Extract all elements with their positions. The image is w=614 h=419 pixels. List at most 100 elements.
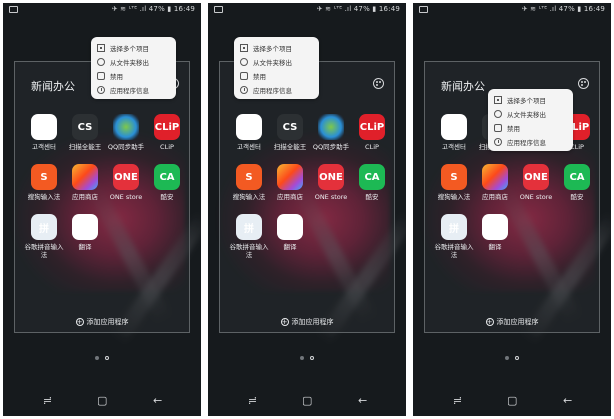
- add-app-button[interactable]: + 添加应用程序: [220, 317, 394, 327]
- app-qq-sync[interactable]: QQ同步助手: [311, 114, 351, 151]
- page-dot-active: [515, 356, 519, 360]
- app-label: 酷安: [160, 193, 174, 201]
- app-one-store[interactable]: ONE ONE store: [106, 164, 146, 201]
- app-store-icon: [482, 164, 508, 190]
- app-kt[interactable]: kt 고객센터: [229, 114, 269, 151]
- context-menu: 选择多个项目 从文件夹移出 禁用 应用程序信息: [488, 89, 573, 151]
- nav-bar: ≓ ▢ ←: [413, 388, 611, 416]
- page-indicator: [3, 345, 201, 364]
- back-icon[interactable]: ←: [563, 394, 572, 407]
- home-icon[interactable]: ▢: [302, 394, 312, 407]
- remove-from-folder-icon: [494, 109, 502, 118]
- app-sogou[interactable]: S 搜狗输入法: [229, 164, 269, 201]
- app-translate[interactable]: G 翻译: [270, 214, 310, 251]
- app-store[interactable]: 应用商店: [270, 164, 310, 201]
- menu-item-app-info[interactable]: 应用程序信息: [240, 84, 292, 95]
- app-label: 扫描全能王: [68, 143, 102, 151]
- app-label: 谷歌拼音输入法: [229, 243, 269, 259]
- app-label: 扫描全能王: [273, 143, 307, 151]
- app-google-pinyin[interactable]: 拼 谷歌拼音输入法: [434, 214, 474, 259]
- app-translate[interactable]: G 翻译: [65, 214, 105, 251]
- app-kt[interactable]: kt 고객센터: [24, 114, 64, 151]
- google-pinyin-icon: 拼: [31, 214, 57, 240]
- page-dot: [300, 356, 304, 360]
- app-coolapk[interactable]: CA 酷安: [147, 164, 187, 201]
- home-icon[interactable]: ▢: [97, 394, 107, 407]
- app-label: CLiP: [365, 143, 379, 151]
- app-sogou[interactable]: S 搜狗输入法: [24, 164, 64, 201]
- kt-icon: kt: [31, 114, 57, 140]
- nav-bar: ≓ ▢ ←: [3, 388, 201, 416]
- app-camscanner[interactable]: CS 扫描全能王: [65, 114, 105, 151]
- app-label: ONE store: [314, 193, 348, 201]
- menu-item-select-multiple[interactable]: 选择多个项目: [494, 94, 546, 105]
- folder-title[interactable]: 新闻办公: [441, 78, 485, 94]
- app-kt[interactable]: kt 고객센터: [434, 114, 474, 151]
- page-dot: [95, 356, 99, 360]
- app-google-pinyin[interactable]: 拼 谷歌拼音输入法: [229, 214, 269, 259]
- app-store[interactable]: 应用商店: [475, 164, 515, 201]
- app-label: 酷安: [365, 193, 379, 201]
- app-clip[interactable]: CLiP CLiP: [352, 114, 392, 151]
- disable-icon: [240, 71, 248, 80]
- menu-item-select-multiple[interactable]: 选择多个项目: [97, 42, 149, 53]
- menu-item-disable[interactable]: 禁用: [494, 122, 520, 133]
- palette-icon[interactable]: [578, 78, 589, 89]
- add-app-button[interactable]: + 添加应用程序: [15, 317, 189, 327]
- kt-icon: kt: [236, 114, 262, 140]
- recent-apps-icon[interactable]: ≓: [43, 394, 52, 407]
- qq-sync-icon: [113, 114, 139, 140]
- app-camscanner[interactable]: CS 扫描全能王: [270, 114, 310, 151]
- app-store[interactable]: 应用商店: [65, 164, 105, 201]
- menu-item-remove-from-folder[interactable]: 从文件夹移出: [97, 56, 149, 67]
- app-sogou[interactable]: S 搜狗输入法: [434, 164, 474, 201]
- recent-apps-icon[interactable]: ≓: [453, 394, 462, 407]
- app-clip[interactable]: CLiP CLiP: [147, 114, 187, 151]
- menu-item-remove-from-folder[interactable]: 从文件夹移出: [494, 108, 546, 119]
- app-label: 应用商店: [482, 193, 508, 201]
- app-translate[interactable]: G 翻译: [475, 214, 515, 251]
- disable-icon: [494, 123, 502, 132]
- app-one-store[interactable]: ONE ONE store: [516, 164, 556, 201]
- sogou-icon: S: [441, 164, 467, 190]
- one-store-icon: ONE: [113, 164, 139, 190]
- app-coolapk[interactable]: CA 酷安: [352, 164, 392, 201]
- one-store-icon: ONE: [318, 164, 344, 190]
- app-label: CLiP: [160, 143, 174, 151]
- app-qq-sync[interactable]: QQ同步助手: [106, 114, 146, 151]
- folder-title[interactable]: 新闻办公: [31, 78, 75, 94]
- recent-apps-icon[interactable]: ≓: [248, 394, 257, 407]
- home-icon[interactable]: ▢: [507, 394, 517, 407]
- app-coolapk[interactable]: CA 酷安: [557, 164, 597, 201]
- plus-icon: +: [280, 318, 289, 326]
- app-label: 翻译: [488, 243, 502, 251]
- app-label: 고객센터: [237, 143, 261, 151]
- app-label: QQ同步助手: [312, 143, 350, 151]
- app-google-pinyin[interactable]: 拼 谷歌拼音输入法: [24, 214, 64, 259]
- add-app-label: 添加应用程序: [291, 318, 334, 326]
- app-one-store[interactable]: ONE ONE store: [311, 164, 351, 201]
- one-store-icon: ONE: [523, 164, 549, 190]
- app-label: 应用商店: [72, 193, 98, 201]
- menu-item-disable[interactable]: 禁用: [240, 70, 266, 81]
- menu-item-app-info[interactable]: 应用程序信息: [494, 136, 546, 147]
- coolapk-icon: CA: [154, 164, 180, 190]
- back-icon[interactable]: ←: [358, 394, 367, 407]
- gallery-notification-icon: [9, 6, 18, 13]
- page-dot-active: [105, 356, 109, 360]
- back-icon[interactable]: ←: [153, 394, 162, 407]
- palette-icon[interactable]: [373, 78, 384, 89]
- add-app-label: 添加应用程序: [496, 318, 539, 326]
- app-label: ONE store: [519, 193, 553, 201]
- google-translate-icon: G: [72, 214, 98, 240]
- app-label: 酷安: [570, 193, 584, 201]
- menu-item-remove-from-folder[interactable]: 从文件夹移出: [240, 56, 292, 67]
- add-app-button[interactable]: + 添加应用程序: [425, 317, 599, 327]
- menu-item-select-multiple[interactable]: 选择多个项目: [240, 42, 292, 53]
- menu-item-disable[interactable]: 禁用: [97, 70, 123, 81]
- menu-item-app-info[interactable]: 应用程序信息: [97, 84, 149, 95]
- status-text: ✈ ≋ ᴸᵀᴱ .ıl 47% ▮ 16:49: [111, 5, 195, 13]
- app-folder: 新闻办公 kt 고객센터 CS 扫描全能王 QQ同步助手 CLiP CLiP S…: [14, 61, 190, 333]
- gallery-notification-icon: [214, 6, 223, 13]
- kt-icon: kt: [441, 114, 467, 140]
